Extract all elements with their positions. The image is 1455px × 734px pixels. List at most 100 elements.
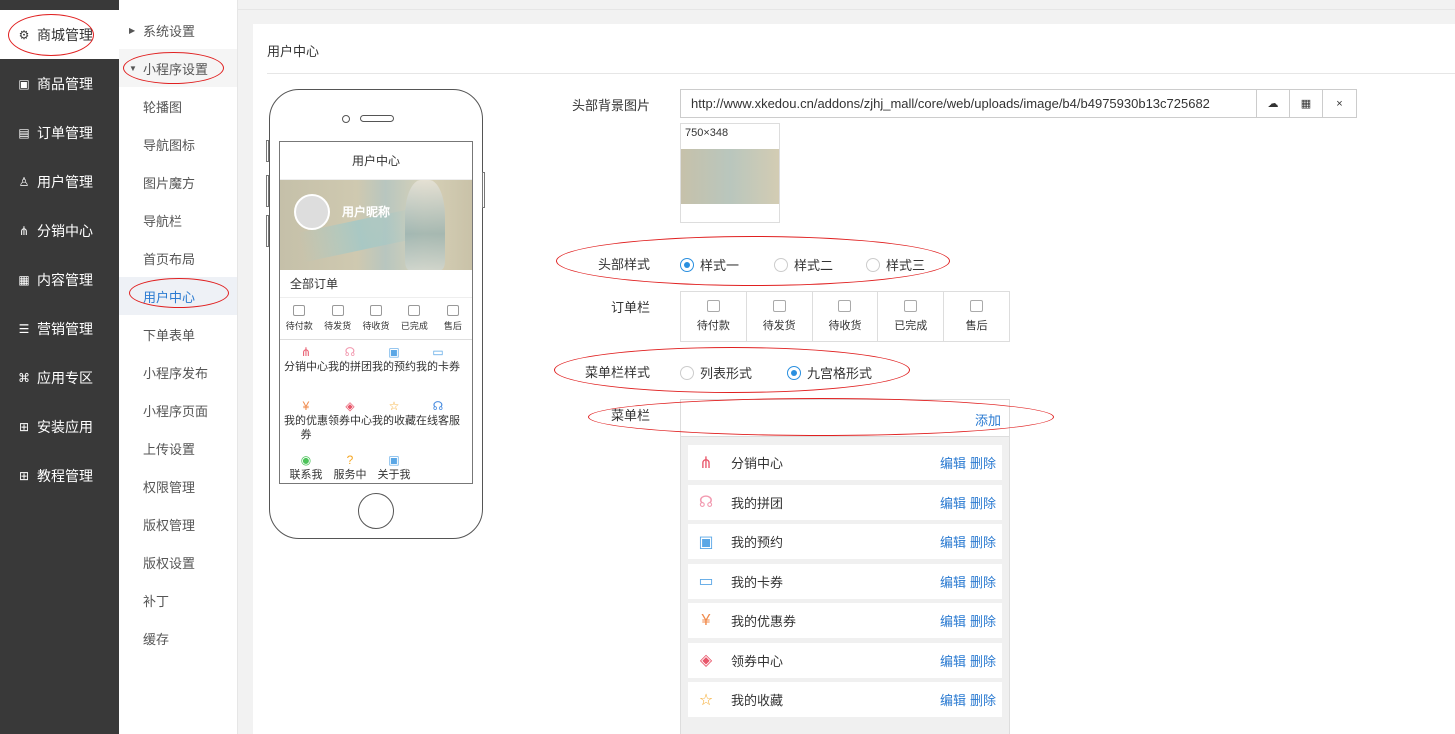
header-style-option-3[interactable]: 样式三 [866,255,925,274]
delete-button[interactable]: 删除 [970,456,996,471]
delete-button[interactable]: 删除 [970,575,996,590]
sidebar-item-apps[interactable]: ⌘ 应用专区 [0,353,119,402]
phone-grid-label: 我的优惠券 [284,415,328,441]
phone-grid-item: ? 服务中 [328,452,372,483]
sidebar-item-label: 应用专区 [37,369,93,386]
order-bar: 待付款 待发货 待收货 已完成 售后 [680,291,1010,342]
submenu-label: 补丁 [143,593,170,609]
menu-item-icon: ⋔ [699,454,713,472]
menu-style-list[interactable]: 列表形式 [680,363,752,382]
edit-button[interactable]: 编辑 [940,693,966,708]
sidebar-item-users[interactable]: ♙ 用户管理 [0,157,119,206]
box-icon [838,300,852,312]
radio-checked-icon [787,365,801,380]
phone-grid-label: 领券中心 [328,415,372,427]
add-menu-button[interactable]: 添加 [975,410,1001,429]
box-icon [370,305,383,316]
order-label: 待付款 [696,320,730,332]
select-image-button[interactable]: ▦ [1289,89,1323,118]
user-nickname: 用户昵称 [342,205,391,219]
radio-icon [774,257,788,272]
sidebar-item-install[interactable]: ⊞ 安装应用 [0,402,119,451]
submenu-label: 图片魔方 [143,175,196,191]
order-label: 已完成 [894,320,928,332]
edit-button[interactable]: 编辑 [940,535,966,550]
sidebar-item-orders[interactable]: ▤ 订单管理 [0,108,119,157]
menu-row: ¥ 我的优惠券 编辑 删除 [688,603,1002,638]
sidebar-item-label: 内容管理 [37,271,93,288]
page-title: 用户中心 [267,44,320,59]
menu-row: ☆ 我的收藏 编辑 删除 [688,682,1002,717]
submenu-user-center[interactable]: 用户中心 [119,277,237,315]
sidebar-item-mall[interactable]: ⚙ 商城管理 [0,10,119,59]
order-item-after-sale[interactable]: 售后 [944,292,1009,341]
sidebar-item-distribution[interactable]: ⋔ 分销中心 [0,206,119,255]
order-item-pending-receipt[interactable]: 待收货 [813,292,879,341]
sidebar-item-content[interactable]: ▦ 内容管理 [0,255,119,304]
submenu-copyright-manage[interactable]: 版权管理 [119,505,237,543]
radio-label: 九宫格形式 [807,366,873,381]
edit-button[interactable]: 编辑 [940,496,966,511]
menu-item-icon: ¥ [302,399,310,413]
menu-row-actions: 编辑 删除 [936,611,996,630]
sidebar-item-marketing[interactable]: ☰ 营销管理 [0,304,119,353]
upload-button[interactable]: ☁ [1256,89,1290,118]
submenu-system-settings[interactable]: ▶ 系统设置 [119,11,237,49]
menu-row-actions: 编辑 删除 [936,453,996,472]
submenu-pages[interactable]: 小程序页面 [119,391,237,429]
order-item-pending-shipment[interactable]: 待发货 [747,292,813,341]
submenu-navbar[interactable]: 导航栏 [119,201,237,239]
header-style-label: 头部样式 [597,257,650,272]
submenu-order-form[interactable]: 下单表单 [119,315,237,353]
truck-icon [772,300,786,312]
menu-row-actions: 编辑 删除 [936,690,996,709]
clear-image-button[interactable]: × [1322,89,1357,118]
phone-order-completed: 已完成 [395,298,433,339]
delete-button[interactable]: 删除 [970,614,996,629]
submenu-label: 导航图标 [143,137,196,153]
edit-button[interactable]: 编辑 [940,654,966,669]
header-bg-url-input[interactable]: http://www.xkedou.cn/addons/zjhj_mall/co… [680,89,1257,118]
submenu-patch[interactable]: 补丁 [119,581,237,619]
caret-down-icon: ▼ [129,63,137,73]
delete-button[interactable]: 删除 [970,496,996,511]
menu-item-icon: ▭ [432,345,444,359]
delete-button[interactable]: 删除 [970,654,996,669]
edit-button[interactable]: 编辑 [940,614,966,629]
submenu-home-layout[interactable]: 首页布局 [119,239,237,277]
submenu-carousel[interactable]: 轮播图 [119,87,237,125]
delete-button[interactable]: 删除 [970,693,996,708]
submenu-publish[interactable]: 小程序发布 [119,353,237,391]
order-item-completed[interactable]: 已完成 [878,292,945,341]
submenu-nav-icons[interactable]: 导航图标 [119,125,237,163]
menu-item-icon: ◉ [300,453,312,467]
menu-style-grid[interactable]: 九宫格形式 [787,363,872,382]
phone-side-button [482,172,485,208]
delete-button[interactable]: 删除 [970,535,996,550]
submenu-miniprogram-settings[interactable]: ▼ 小程序设置 [119,49,237,87]
submenu-copyright-settings[interactable]: 版权设置 [119,543,237,581]
sidebar-item-tutorial[interactable]: ⊞ 教程管理 [0,451,119,500]
order-label: 待发货 [762,320,796,332]
edit-button[interactable]: 编辑 [940,575,966,590]
sidebar-item-goods[interactable]: ▣ 商品管理 [0,59,119,108]
phone-side-button [266,140,269,162]
submenu-image-cube[interactable]: 图片魔方 [119,163,237,201]
submenu-label: 版权设置 [143,555,196,571]
phone-grid-label: 关于我 [377,469,411,481]
phone-grid-item: ☊ 在线客服 [416,398,460,452]
banner-image-figure [405,180,445,270]
submenu-cache[interactable]: 缓存 [119,619,237,657]
header-style-option-1[interactable]: 样式一 [680,255,739,274]
network-icon: ⋔ [18,223,30,238]
menu-item-icon: ▣ [388,345,400,359]
divider [267,73,1455,74]
radio-icon [866,257,880,272]
submenu-permissions[interactable]: 权限管理 [119,467,237,505]
submenu-upload-settings[interactable]: 上传设置 [119,429,237,467]
menu-item-icon: ⋔ [300,345,312,359]
header-style-option-2[interactable]: 样式二 [774,255,833,274]
edit-button[interactable]: 编辑 [940,456,966,471]
bag-icon: ▣ [18,76,30,91]
order-item-pending-payment[interactable]: 待付款 [681,292,747,341]
